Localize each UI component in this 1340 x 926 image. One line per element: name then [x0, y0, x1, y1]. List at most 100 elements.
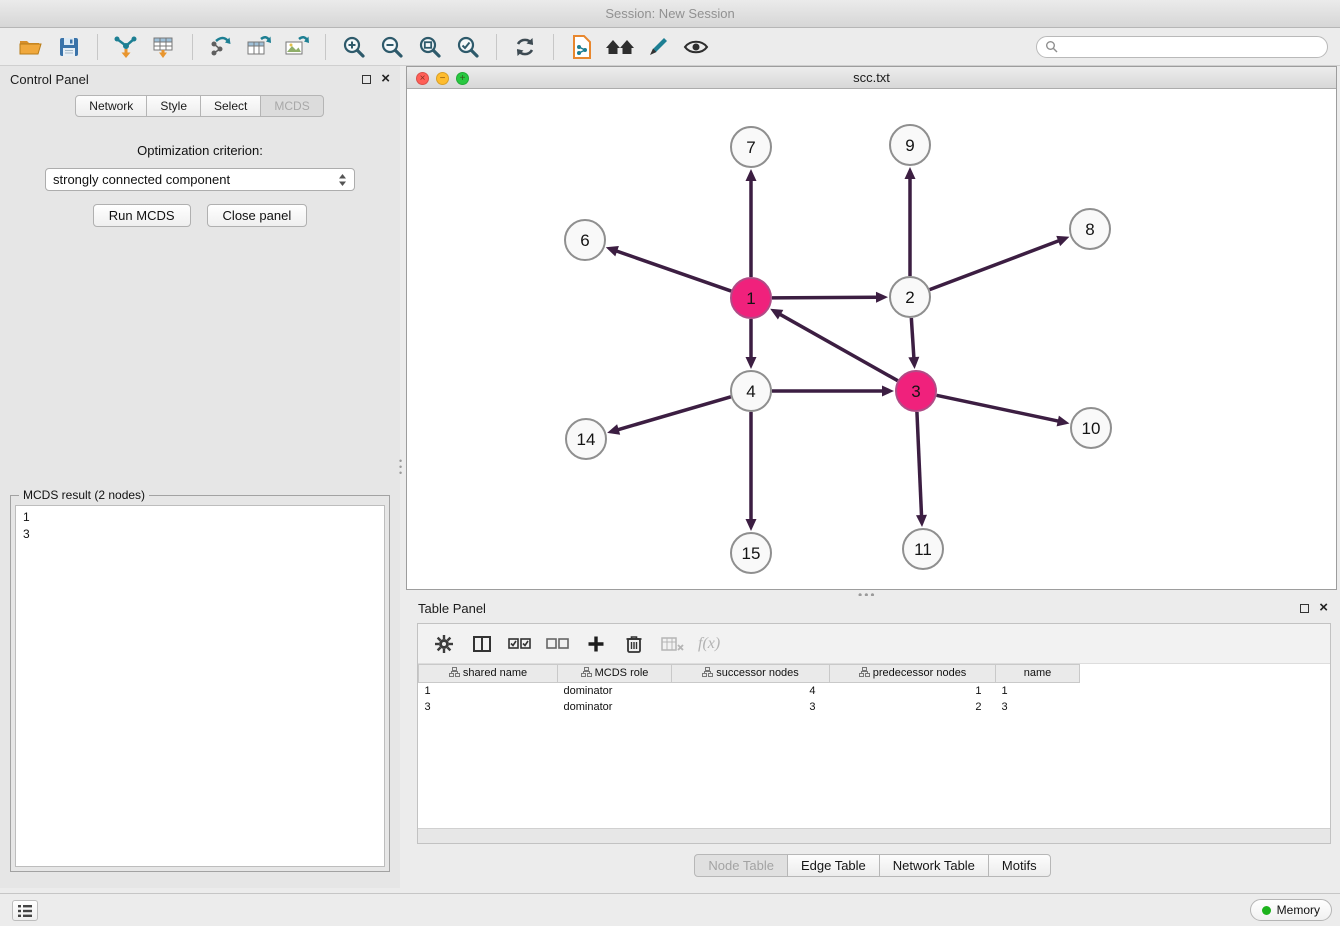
- table-cell[interactable]: 2: [830, 699, 996, 715]
- maximize-window-icon[interactable]: +: [456, 72, 469, 85]
- graph-edge-4-14[interactable]: [618, 397, 731, 430]
- criterion-dropdown[interactable]: strongly connected component: [45, 168, 355, 191]
- graph-node-label: 9: [905, 136, 914, 155]
- float-panel-icon[interactable]: [362, 75, 371, 84]
- export-network-button[interactable]: [202, 31, 240, 63]
- mcds-result-group: MCDS result (2 nodes) 1 3: [10, 495, 390, 872]
- graph-edge-3-1[interactable]: [780, 314, 898, 380]
- node-table-body: 1dominator4113dominator323: [419, 683, 1331, 715]
- close-panel-icon[interactable]: ×: [381, 73, 390, 85]
- open-folder-icon: [18, 35, 44, 59]
- delete-row-button[interactable]: [618, 629, 650, 659]
- toolbar-separator: [325, 34, 326, 60]
- show-hide-graphics-button[interactable]: [677, 31, 715, 63]
- select-all-columns-button[interactable]: [504, 629, 536, 659]
- apply-style-button[interactable]: [639, 31, 677, 63]
- table-cell-filler: [1080, 683, 1331, 699]
- graph-edge-1-2[interactable]: [772, 297, 877, 298]
- deselect-all-columns-button[interactable]: [542, 629, 574, 659]
- graph-edge-2-8[interactable]: [930, 241, 1059, 290]
- table-cell[interactable]: 3: [996, 699, 1080, 715]
- graph-node-label: 2: [905, 288, 914, 307]
- close-window-icon[interactable]: ×: [416, 72, 429, 85]
- table-row[interactable]: 3dominator323: [419, 699, 1331, 715]
- table-hscrollbar[interactable]: [418, 828, 1330, 843]
- add-row-button[interactable]: [580, 629, 612, 659]
- zoom-fit-button[interactable]: [411, 31, 449, 63]
- refresh-icon: [513, 35, 537, 59]
- tab-edge-table[interactable]: Edge Table: [787, 854, 880, 877]
- close-table-panel-icon[interactable]: ×: [1319, 602, 1328, 614]
- table-panel: Table Panel ×: [406, 596, 1340, 888]
- tab-motifs[interactable]: Motifs: [988, 854, 1051, 877]
- table-cell[interactable]: dominator: [558, 683, 672, 699]
- table-cell[interactable]: 3: [419, 699, 558, 715]
- tab-mcds[interactable]: MCDS: [260, 95, 323, 117]
- search-input[interactable]: [1063, 40, 1319, 54]
- column-header-name[interactable]: name: [996, 665, 1080, 683]
- graph-edge-1-6[interactable]: [616, 251, 731, 291]
- graph-edge-3-10[interactable]: [937, 395, 1059, 421]
- column-header-successor-nodes[interactable]: successor nodes: [672, 665, 830, 683]
- sort-hierarchy-icon: [581, 667, 592, 677]
- graph-edge-3-11[interactable]: [917, 412, 922, 516]
- toolbar-separator: [97, 34, 98, 60]
- table-cell[interactable]: 1: [830, 683, 996, 699]
- tab-select[interactable]: Select: [200, 95, 261, 117]
- import-network-button[interactable]: [107, 31, 145, 63]
- minimize-window-icon[interactable]: −: [436, 72, 449, 85]
- zoom-out-button[interactable]: [373, 31, 411, 63]
- vertical-splitter[interactable]: •••: [399, 458, 402, 476]
- mcds-result-list[interactable]: 1 3: [15, 505, 385, 867]
- graph-arrowhead-icon: [1056, 236, 1069, 246]
- table-cell[interactable]: 3: [672, 699, 830, 715]
- first-neighbors-button[interactable]: [601, 31, 639, 63]
- tab-network[interactable]: Network: [75, 95, 147, 117]
- delete-table-button[interactable]: [656, 629, 688, 659]
- save-session-button[interactable]: [50, 31, 88, 63]
- memory-status-icon: [1262, 906, 1271, 915]
- float-table-panel-icon[interactable]: [1300, 604, 1309, 613]
- tab-style[interactable]: Style: [146, 95, 201, 117]
- column-header-mcds-role[interactable]: MCDS role: [558, 665, 672, 683]
- close-panel-button[interactable]: Close panel: [207, 204, 308, 227]
- column-settings-button[interactable]: [428, 629, 460, 659]
- column-header-predecessor-nodes[interactable]: predecessor nodes: [830, 665, 996, 683]
- search-field[interactable]: [1036, 36, 1328, 58]
- export-table-button[interactable]: [240, 31, 278, 63]
- sort-hierarchy-icon: [859, 667, 870, 677]
- export-image-button[interactable]: [278, 31, 316, 63]
- show-columns-button[interactable]: [466, 629, 498, 659]
- network-window-titlebar[interactable]: × − + scc.txt: [407, 67, 1336, 89]
- zoom-out-icon: [380, 35, 404, 59]
- task-history-button[interactable]: [12, 900, 38, 921]
- graph-arrowhead-icon: [746, 357, 757, 369]
- table-cell[interactable]: 4: [672, 683, 830, 699]
- function-builder-button[interactable]: f(x): [694, 629, 724, 659]
- zoom-selected-icon: [456, 35, 480, 59]
- graph-arrowhead-icon: [746, 169, 757, 181]
- table-panel-tabs: Node Table Edge Table Network Table Moti…: [406, 854, 1340, 877]
- open-file-button[interactable]: [12, 31, 50, 63]
- graph-edge-2-3[interactable]: [911, 318, 914, 358]
- clone-network-button[interactable]: [563, 31, 601, 63]
- network-canvas[interactable]: 7968124314101511: [407, 89, 1336, 589]
- dropdown-stepper-icon: [338, 173, 347, 187]
- zoom-selected-button[interactable]: [449, 31, 487, 63]
- table-cell[interactable]: 1: [996, 683, 1080, 699]
- table-cell[interactable]: 1: [419, 683, 558, 699]
- mcds-result-line: 1: [23, 509, 377, 526]
- apply-layout-button[interactable]: [506, 31, 544, 63]
- graph-arrowhead-icon: [882, 386, 894, 397]
- table-cell[interactable]: dominator: [558, 699, 672, 715]
- zoom-fit-icon: [418, 35, 442, 59]
- run-mcds-button[interactable]: Run MCDS: [93, 204, 191, 227]
- tab-network-table[interactable]: Network Table: [879, 854, 989, 877]
- import-table-button[interactable]: [145, 31, 183, 63]
- zoom-in-button[interactable]: [335, 31, 373, 63]
- column-header-shared-name[interactable]: shared name: [419, 665, 558, 683]
- table-row[interactable]: 1dominator411: [419, 683, 1331, 699]
- tab-node-table[interactable]: Node Table: [694, 854, 788, 877]
- node-table-container: f(x) shared name MCDS role successor nod…: [417, 623, 1331, 844]
- memory-button[interactable]: Memory: [1250, 899, 1332, 921]
